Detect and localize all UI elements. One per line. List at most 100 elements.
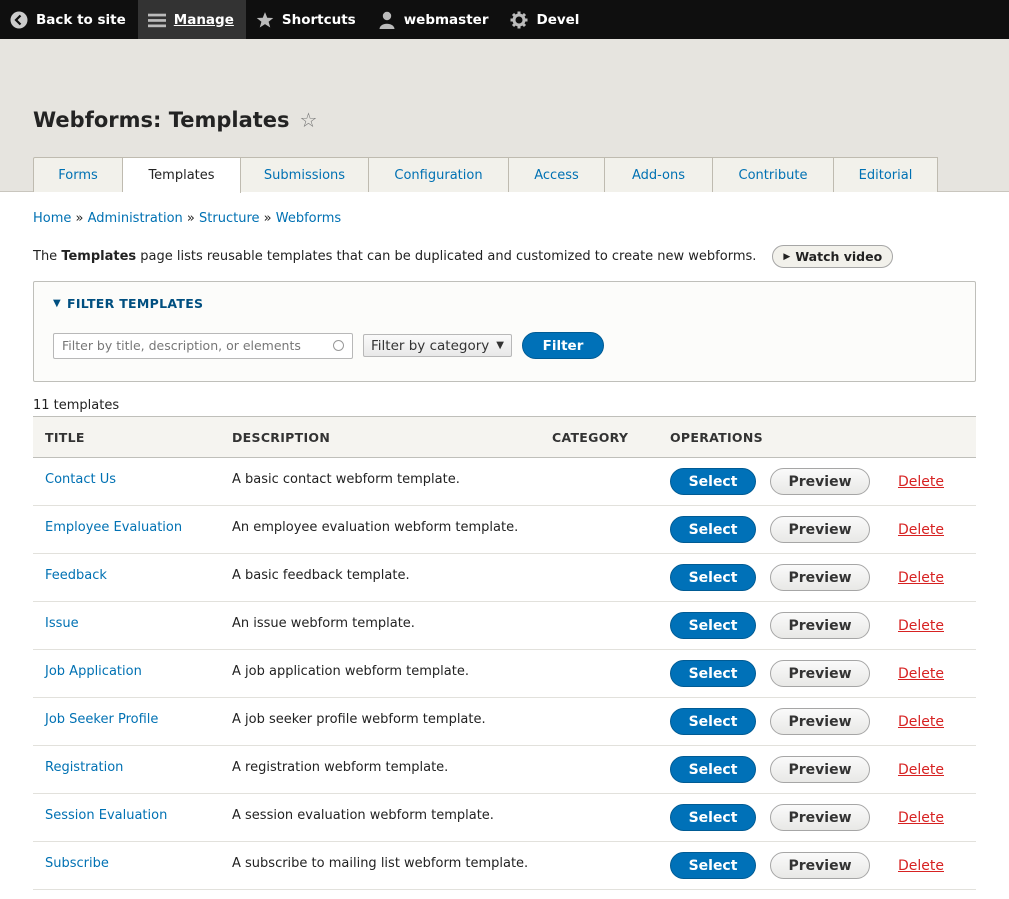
select-button[interactable]: Select <box>670 804 756 831</box>
manage-label: Manage <box>173 11 234 28</box>
row-category <box>540 553 658 602</box>
delete-link[interactable]: Delete <box>898 762 944 778</box>
preview-button[interactable]: Preview <box>770 612 870 639</box>
template-title-link[interactable]: Job Application <box>45 664 142 679</box>
preview-button[interactable]: Preview <box>770 516 870 543</box>
filter-details: ▼ FILTER TEMPLATES Filter by title, desc… <box>33 281 976 382</box>
row-title-cell: Issue <box>33 601 220 650</box>
row-description: A job seeker profile webform template. <box>220 697 540 746</box>
tab-contribute[interactable]: Contribute <box>713 157 834 192</box>
template-title-link[interactable]: Job Seeker Profile <box>45 712 158 727</box>
manage-tab[interactable]: Manage <box>137 0 246 39</box>
tab-submissions[interactable]: Submissions <box>241 157 369 192</box>
delete-link[interactable]: Delete <box>898 714 944 730</box>
row-category: Test: Webform <box>540 889 658 899</box>
delete-link[interactable]: Delete <box>898 474 944 490</box>
intro-text: The Templates page lists reusable templa… <box>33 245 976 268</box>
shortcuts-label: Shortcuts <box>281 11 356 28</box>
preview-button[interactable]: Preview <box>770 852 870 879</box>
row-title-cell: Employee Evaluation <box>33 505 220 554</box>
tab-editorial[interactable]: Editorial <box>834 157 938 192</box>
select-button[interactable]: Select <box>670 516 756 543</box>
delete-link[interactable]: Delete <box>898 810 944 826</box>
page-title: Webforms: Templates ☆ <box>33 108 317 132</box>
preview-button[interactable]: Preview <box>770 564 870 591</box>
user-tab[interactable]: webmaster <box>368 0 501 39</box>
table-body: Contact Us A basic contact webform templ… <box>33 457 976 899</box>
tab-add-ons[interactable]: Add-ons <box>605 157 713 192</box>
template-title-link[interactable]: Employee Evaluation <box>45 520 182 535</box>
tab-forms[interactable]: Forms <box>33 157 123 192</box>
intro-prefix: The <box>33 249 62 264</box>
breadcrumb-home[interactable]: Home <box>33 211 71 226</box>
template-title-link[interactable]: Session Evaluation <box>45 808 167 823</box>
select-button[interactable]: Select <box>670 708 756 735</box>
row-description: Test using a webform as a template. <box>220 889 540 899</box>
template-title-link[interactable]: Subscribe <box>45 856 109 871</box>
row-description: An employee evaluation webform template. <box>220 505 540 554</box>
delete-link[interactable]: Delete <box>898 570 944 586</box>
select-button[interactable]: Select <box>670 660 756 687</box>
watch-video-button[interactable]: ▶ Watch video <box>772 245 894 268</box>
breadcrumb-administration[interactable]: Administration <box>88 211 183 226</box>
row-category <box>540 457 658 506</box>
delete-link[interactable]: Delete <box>898 522 944 538</box>
shortcuts-tab[interactable]: Shortcuts <box>246 0 368 39</box>
user-label: webmaster <box>403 11 489 28</box>
breadcrumb-separator: » <box>186 211 195 226</box>
row-title-cell: Test: Webform: Template <box>33 889 220 899</box>
star-icon[interactable]: ☆ <box>300 108 318 132</box>
table-row: Issue An issue webform template. Select … <box>33 601 976 650</box>
row-operations: Select Preview Delete <box>658 601 976 650</box>
row-operations: Select Preview Delete <box>658 505 976 554</box>
breadcrumb-webforms[interactable]: Webforms <box>276 211 341 226</box>
intro-suffix: page lists reusable templates that can b… <box>136 249 757 264</box>
row-operations: Select Preview Delete <box>658 553 976 602</box>
row-description: A basic contact webform template. <box>220 457 540 506</box>
col-category[interactable]: CATEGORY <box>540 416 658 458</box>
tab-access[interactable]: Access <box>509 157 605 192</box>
template-title-link[interactable]: Contact Us <box>45 472 116 487</box>
category-select[interactable]: Filter by category ▼ <box>363 334 512 357</box>
filter-summary[interactable]: ▼ FILTER TEMPLATES <box>53 296 203 311</box>
delete-link[interactable]: Delete <box>898 666 944 682</box>
row-title-cell: Registration <box>33 745 220 794</box>
templates-table: TITLE DESCRIPTION CATEGORY OPERATIONS Co… <box>33 416 976 899</box>
hamburger-menu-icon <box>147 11 166 29</box>
row-description: An issue webform template. <box>220 601 540 650</box>
row-category <box>540 505 658 554</box>
tab-configuration[interactable]: Configuration <box>369 157 509 192</box>
primary-tabs: Forms Templates Submissions Configuratio… <box>33 157 938 193</box>
delete-link[interactable]: Delete <box>898 618 944 634</box>
col-title[interactable]: TITLE <box>33 416 220 458</box>
table-row: Contact Us A basic contact webform templ… <box>33 457 976 506</box>
breadcrumb-separator: » <box>75 211 84 226</box>
row-description: A session evaluation webform template. <box>220 793 540 842</box>
back-to-site-link[interactable]: Back to site <box>0 0 138 39</box>
select-button[interactable]: Select <box>670 612 756 639</box>
filter-button[interactable]: Filter <box>522 332 604 359</box>
page-title-text: Webforms: Templates <box>33 108 290 132</box>
preview-button[interactable]: Preview <box>770 756 870 783</box>
col-operations: OPERATIONS <box>658 416 976 458</box>
table-row: Job Seeker Profile A job seeker profile … <box>33 697 976 746</box>
template-title-link[interactable]: Registration <box>45 760 123 775</box>
delete-link[interactable]: Delete <box>898 858 944 874</box>
row-category <box>540 697 658 746</box>
select-button[interactable]: Select <box>670 468 756 495</box>
tab-templates[interactable]: Templates <box>123 157 241 193</box>
filter-search-input[interactable]: Filter by title, description, or element… <box>53 332 353 359</box>
filter-summary-label: FILTER TEMPLATES <box>67 296 204 311</box>
select-button[interactable]: Select <box>670 852 756 879</box>
select-button[interactable]: Select <box>670 564 756 591</box>
preview-button[interactable]: Preview <box>770 804 870 831</box>
preview-button[interactable]: Preview <box>770 708 870 735</box>
template-title-link[interactable]: Issue <box>45 616 79 631</box>
breadcrumb-structure[interactable]: Structure <box>199 211 259 226</box>
preview-button[interactable]: Preview <box>770 468 870 495</box>
select-button[interactable]: Select <box>670 756 756 783</box>
devel-tab[interactable]: Devel <box>500 0 591 39</box>
preview-button[interactable]: Preview <box>770 660 870 687</box>
template-title-link[interactable]: Feedback <box>45 568 107 583</box>
gear-icon <box>510 11 528 29</box>
